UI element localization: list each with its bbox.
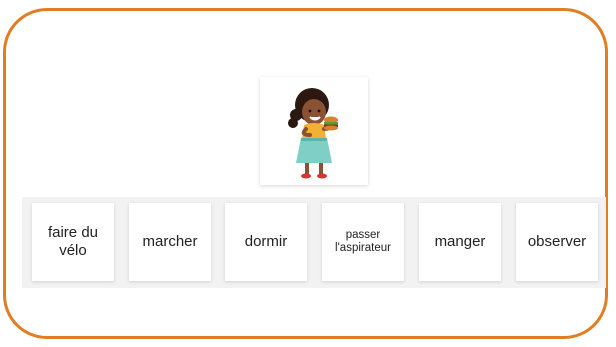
choice-label: marcher <box>142 233 198 250</box>
girl-eating-burger-illustration <box>288 88 338 179</box>
choice-card-manger[interactable]: manger <box>419 203 501 281</box>
choice-label: observer <box>527 233 587 250</box>
answer-choices-tray: faire du vélo marcher dormir passer l'aspi… <box>22 197 606 288</box>
choice-card-marcher[interactable]: marcher <box>129 203 211 281</box>
choice-card-dormir[interactable]: dormir <box>225 203 307 281</box>
choice-card-faire-du-velo[interactable]: faire du vélo <box>32 203 114 281</box>
choice-label: manger <box>434 233 486 250</box>
choice-label: passer l'aspirateur <box>335 229 391 254</box>
choice-card-observer[interactable]: observer <box>516 203 598 281</box>
choice-label: faire du vélo <box>47 224 99 259</box>
prompt-image-card <box>260 77 368 185</box>
choice-card-passer-l-aspirateur[interactable]: passer l'aspirateur <box>322 203 404 281</box>
choice-label: dormir <box>244 233 288 250</box>
